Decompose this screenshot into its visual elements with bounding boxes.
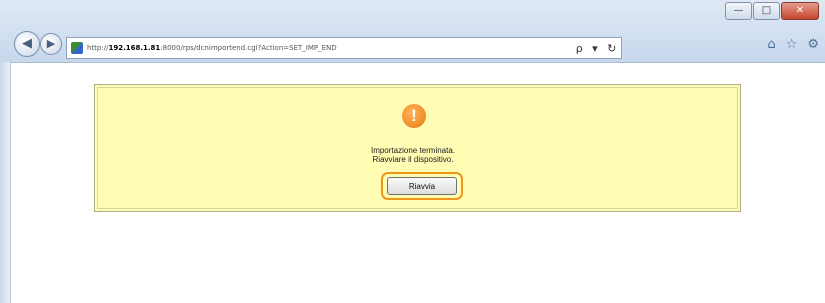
close-button[interactable]: ✕ <box>781 2 819 20</box>
warning-exclamation-icon: ! <box>402 104 426 128</box>
search-icon[interactable]: ρ <box>576 42 583 55</box>
browser-toolbar: ⌂ ☆ ⚙ <box>767 37 819 52</box>
home-icon[interactable]: ⌂ <box>767 37 775 52</box>
message-line-1: Importazione terminata. <box>370 146 456 155</box>
status-message: Importazione terminata. Riavviare il dis… <box>300 146 526 164</box>
browser-left-border <box>0 62 11 303</box>
back-arrow-icon: ◀ <box>22 36 32 51</box>
forward-button[interactable]: ▶ <box>40 33 62 55</box>
message-line-2: Riavviare il dispositivo. <box>372 155 454 164</box>
browser-chrome: — □ ✕ ◀ ▶ http://192.168.1.81:8000/rps/d… <box>0 0 825 63</box>
maximize-button[interactable]: □ <box>753 2 780 20</box>
restart-button-highlight: Riavvia <box>381 172 463 200</box>
address-bar[interactable]: http://192.168.1.81:8000/rps/dcnimporten… <box>66 37 573 59</box>
url-scheme: http:// <box>87 44 109 52</box>
favorites-star-icon[interactable]: ☆ <box>786 37 798 52</box>
settings-gear-icon[interactable]: ⚙ <box>807 37 819 52</box>
site-favicon-icon <box>71 42 83 54</box>
dropdown-icon[interactable]: ▾ <box>592 42 598 55</box>
back-button[interactable]: ◀ <box>14 31 40 57</box>
address-tools: ρ ▾ ↻ <box>571 37 622 59</box>
url-host: 192.168.1.81 <box>108 44 161 52</box>
window-controls: — □ ✕ <box>725 2 819 20</box>
forward-arrow-icon: ▶ <box>46 37 56 50</box>
url-path: :8000/rps/dcnimportend.cgi?Action=SET_IM… <box>160 44 337 52</box>
url-text[interactable]: http://192.168.1.81:8000/rps/dcnimporten… <box>87 44 337 52</box>
refresh-icon[interactable]: ↻ <box>607 42 616 55</box>
minimize-button[interactable]: — <box>725 2 752 20</box>
restart-button[interactable]: Riavvia <box>387 177 457 195</box>
